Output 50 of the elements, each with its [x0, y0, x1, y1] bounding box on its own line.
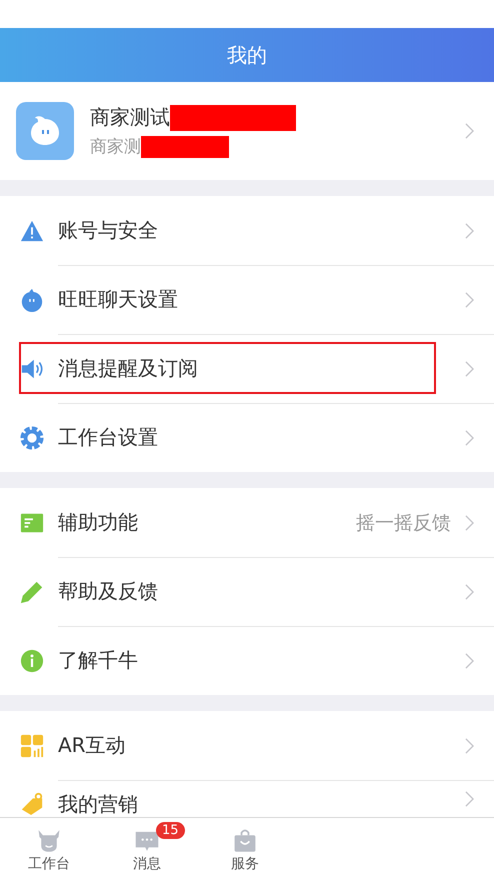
tab-label: 工作台 [28, 854, 70, 872]
menu-label: 我的营销 [58, 791, 139, 817]
menu-label: AR互动 [58, 732, 127, 759]
menu-value: 摇一摇反馈 [356, 510, 451, 536]
tab-item[interactable]: 服务 [196, 818, 294, 882]
gear-icon [20, 426, 44, 450]
menu-item[interactable]: 了解千牛 [0, 626, 494, 695]
menu-label: 帮助及反馈 [58, 578, 159, 605]
tab-item[interactable]: 工作台 [0, 818, 98, 882]
menu-item[interactable]: 我的营销 [0, 780, 494, 817]
avatar-icon [16, 102, 74, 160]
chevron-icon [465, 791, 474, 807]
tab-label: 消息 [133, 854, 161, 872]
chevron-icon [465, 652, 474, 668]
chevron-icon [465, 360, 474, 376]
chevron-icon [465, 222, 474, 238]
cow-head-icon [36, 828, 62, 852]
menu-label: 辅助功能 [58, 509, 139, 536]
bag-icon [232, 828, 258, 852]
tag-icon [20, 791, 44, 815]
chevron-icon [465, 430, 474, 446]
menu-item[interactable]: 帮助及反馈 [0, 557, 494, 626]
menu-item[interactable]: 账号与安全 [0, 196, 494, 265]
pencil-icon [20, 580, 44, 604]
menu-label: 工作台设置 [58, 424, 159, 451]
chat-bubble-icon [20, 288, 44, 312]
menu-label: 账号与安全 [58, 217, 159, 244]
chevron-icon [465, 123, 474, 139]
menu-item[interactable]: AR互动 [0, 711, 494, 780]
menu-label: 消息提醒及订阅 [58, 355, 199, 382]
menu-item[interactable]: 工作台设置 [0, 403, 494, 472]
info-icon [20, 648, 44, 672]
chevron-icon [465, 292, 474, 308]
menu-item[interactable]: 消息提醒及订阅 [0, 334, 494, 403]
merchant-name: 商家测试 [90, 104, 170, 131]
profile-row[interactable]: 商家测试 商家测 [0, 82, 494, 180]
menu-item[interactable]: 辅助功能 摇一摇反馈 [0, 488, 494, 557]
chevron-icon [465, 738, 474, 754]
chevron-icon [465, 584, 474, 600]
tab-label: 服务 [231, 854, 259, 872]
warning-icon [20, 218, 44, 242]
menu-label: 了解千牛 [58, 647, 139, 674]
merchant-account: 商家测 [90, 136, 141, 158]
grid-icon [20, 734, 44, 758]
menu-item[interactable]: 旺旺聊天设置 [0, 265, 494, 334]
chevron-icon [465, 514, 474, 530]
page-title: 我的 [227, 42, 267, 68]
menu-label: 旺旺聊天设置 [58, 286, 179, 313]
unread-count: 15 [156, 822, 185, 839]
tab-item[interactable]: 消息 15 [98, 818, 196, 882]
